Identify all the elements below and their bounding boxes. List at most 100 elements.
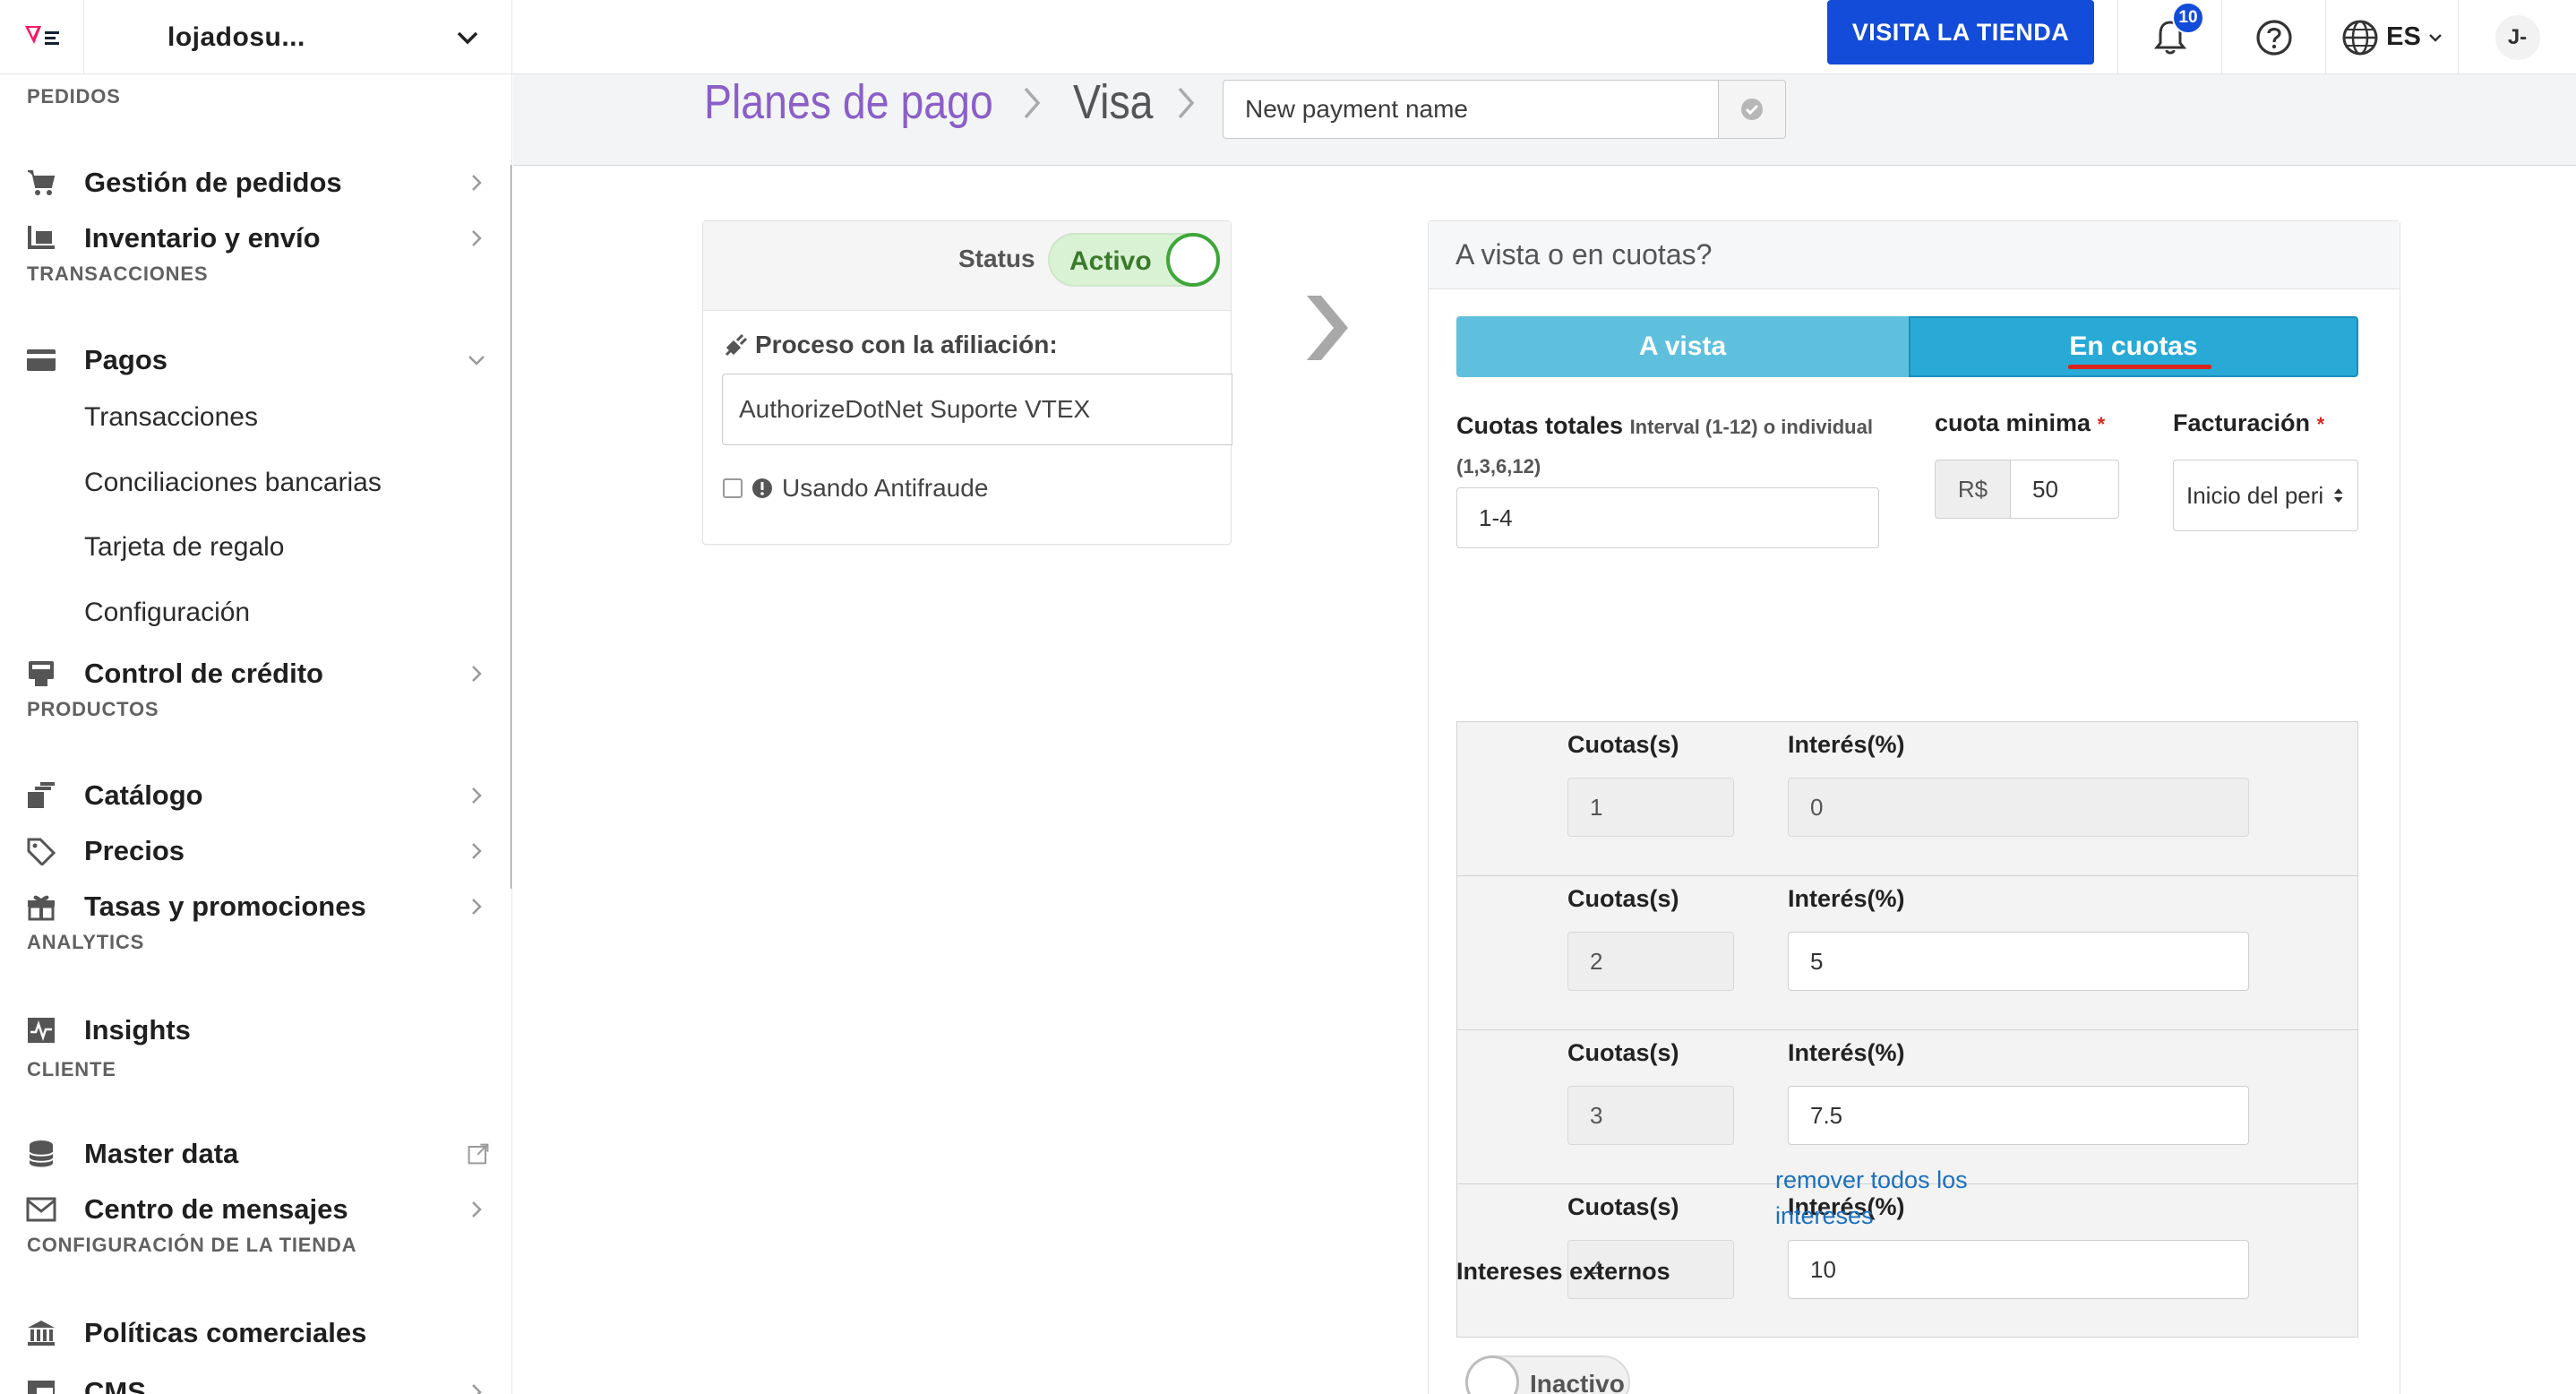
sidebar-item-promotions[interactable]: Tasas y promociones	[0, 882, 502, 932]
external-interest-toggle[interactable]: Inactivo	[1465, 1355, 1630, 1394]
min-installment-label-text: cuota minima	[1935, 409, 2091, 436]
save-name-button[interactable]	[1718, 80, 1786, 139]
interest-col-label: Interés(%)	[1788, 731, 1905, 758]
remove-link-line1: remover todos los	[1775, 1166, 1968, 1193]
currency-prefix: R$	[1935, 460, 2011, 519]
installment-number-field: 2	[1567, 932, 1734, 991]
notification-badge: 10	[2172, 2, 2204, 34]
help-button[interactable]	[2221, 0, 2325, 74]
affiliation-card: Status Activo Proceso con la afiliación:…	[702, 220, 1232, 545]
sidebar-section-analytics: ANALYTICS	[27, 931, 145, 953]
active-tab-underline	[2068, 365, 2211, 369]
tab-installments[interactable]: En cuotas	[1909, 316, 2358, 377]
interest-input[interactable]: 7.5	[1788, 1086, 2249, 1145]
min-installment-label: cuota minima *	[1935, 409, 2105, 437]
sidebar-item-label: Precios	[84, 835, 185, 866]
user-menu[interactable]: J-	[2458, 0, 2576, 74]
arrow-right-icon	[1307, 296, 1348, 360]
sidebar-item-catalog[interactable]: Catálogo	[0, 770, 502, 821]
sidebar-section-transactions: TRANSACCIONES	[27, 262, 209, 285]
billing-label: Facturación *	[2173, 409, 2324, 437]
total-installments-label-text: Cuotas totales	[1456, 412, 1624, 439]
sidebar-item-cms[interactable]: CMS	[0, 1367, 502, 1394]
required-mark: *	[2097, 413, 2106, 435]
sidebar-item-credit-control[interactable]: Control de crédito	[0, 649, 502, 699]
sidebar-scrollbar[interactable]	[511, 164, 512, 890]
payment-name-input[interactable]	[1223, 80, 1719, 139]
status-label: Status	[958, 245, 1035, 272]
installments-card: A vista o en cuotas? A vista En cuotas C…	[1428, 220, 2400, 1394]
chevron-down-icon	[466, 349, 487, 371]
external-link-icon	[468, 1143, 489, 1165]
sidebar-item-prices[interactable]: Precios	[0, 826, 502, 876]
remove-link-line2: intereses	[1775, 1202, 1874, 1229]
sidebar-subitem-label: Configuración	[84, 598, 251, 627]
sidebar-subitem-configuration[interactable]: Configuración	[0, 588, 502, 638]
status-toggle[interactable]: Activo	[1048, 233, 1220, 287]
tab-cash[interactable]: A vista	[1456, 316, 1909, 377]
insights-icon	[25, 1014, 57, 1046]
card-title: A vista o en cuotas?	[1455, 238, 1713, 271]
table-row: Cuotas(s) Interés(%) 1 0	[1457, 722, 2357, 876]
notifications-button[interactable]: 10	[2117, 0, 2221, 74]
sidebar-section-products: PRODUCTOS	[27, 698, 159, 720]
sidebar-item-messages[interactable]: Centro de mensajes	[0, 1184, 502, 1235]
installment-number-field: 3	[1567, 1086, 1734, 1145]
cart-icon	[25, 167, 57, 199]
sidebar-item-orders[interactable]: Gestión de pedidos	[0, 158, 502, 208]
billing-select[interactable]: Inicio del peri	[2173, 460, 2358, 531]
interest-input[interactable]: 5	[1788, 932, 2249, 991]
sidebar-item-inventory[interactable]: Inventario y envío	[0, 213, 502, 263]
sidebar-subitem-reconciliations[interactable]: Conciliaciones bancarias	[0, 458, 502, 508]
credit-card-icon	[25, 344, 57, 376]
antifraud-label: Usando Antifraude	[782, 474, 989, 502]
chevron-right-icon	[466, 785, 487, 806]
sidebar-subitem-gift-card[interactable]: Tarjeta de regalo	[0, 522, 502, 572]
external-interest-toggle-label: Inactivo	[1530, 1370, 1625, 1394]
sidebar-section-orders: PEDIDOS	[27, 85, 121, 108]
chevron-right-icon	[466, 1199, 487, 1220]
interest-input[interactable]: 10	[1788, 1240, 2249, 1299]
remove-all-interests-link[interactable]: remover todos los intereses	[1775, 1162, 1968, 1234]
sidebar-item-master-data[interactable]: Master data	[0, 1129, 502, 1179]
interest-col-label: Interés(%)	[1788, 1039, 1905, 1066]
cms-icon	[25, 1376, 57, 1394]
main-content: Planes de pago Visa Status Activo Proces…	[513, 74, 2576, 1394]
globe-icon	[2342, 20, 2378, 55]
info-icon	[752, 478, 772, 498]
chevron-right-icon	[466, 840, 487, 862]
vtex-logo[interactable]	[0, 0, 84, 74]
status-toggle-label: Activo	[1069, 246, 1152, 276]
sidebar-subitem-label: Transacciones	[84, 402, 258, 432]
total-installments-input[interactable]: 1-4	[1456, 487, 1879, 548]
sidebar-subitem-transactions[interactable]: Transacciones	[0, 392, 502, 443]
billing-label-text: Facturación	[2173, 409, 2311, 436]
installments-table: Cuotas(s) Interés(%) 1 0 Cuotas(s) Inter…	[1456, 721, 2358, 1338]
sidebar-item-label: Políticas comerciales	[84, 1317, 367, 1348]
sidebar-item-insights[interactable]: Insights	[0, 1005, 502, 1055]
envelope-icon	[25, 1193, 57, 1226]
tab-installments-label: En cuotas	[2069, 331, 2198, 361]
sidebar-item-payments[interactable]: Pagos	[0, 335, 502, 385]
help-icon	[2255, 19, 2292, 56]
store-selector[interactable]: lojadosu...	[84, 0, 512, 74]
sidebar-item-commercial-policies[interactable]: Políticas comerciales	[0, 1308, 502, 1358]
min-installment-input[interactable]: 50	[2010, 460, 2119, 519]
check-circle-icon	[1741, 99, 1763, 120]
antifraud-checkbox[interactable]	[723, 478, 743, 498]
breadcrumb-payment-plans[interactable]: Planes de pago	[704, 74, 993, 130]
billing-select-value: Inicio del peri	[2186, 481, 2324, 509]
language-selector[interactable]: ES	[2325, 0, 2458, 74]
affiliation-field[interactable]: AuthorizeDotNet Suporte VTEX	[722, 374, 1232, 445]
visit-store-button[interactable]: VISITA LA TIENDA	[1827, 0, 2094, 65]
dolly-icon	[25, 222, 57, 254]
interest-col-label: Interés(%)	[1788, 885, 1905, 912]
sidebar-section-store-config: CONFIGURACIÓN DE LA TIENDA	[27, 1234, 357, 1256]
vtex-logo-icon	[24, 25, 59, 45]
database-icon	[25, 1138, 57, 1170]
sidebar-item-label: Gestión de pedidos	[84, 167, 342, 198]
total-installments-label: Cuotas totales Interval (1-12) o individ…	[1456, 407, 1922, 486]
sidebar-item-label: Pagos	[84, 344, 168, 375]
toggle-knob	[1166, 233, 1220, 287]
installments-card-title: A vista o en cuotas?	[1429, 221, 2400, 289]
